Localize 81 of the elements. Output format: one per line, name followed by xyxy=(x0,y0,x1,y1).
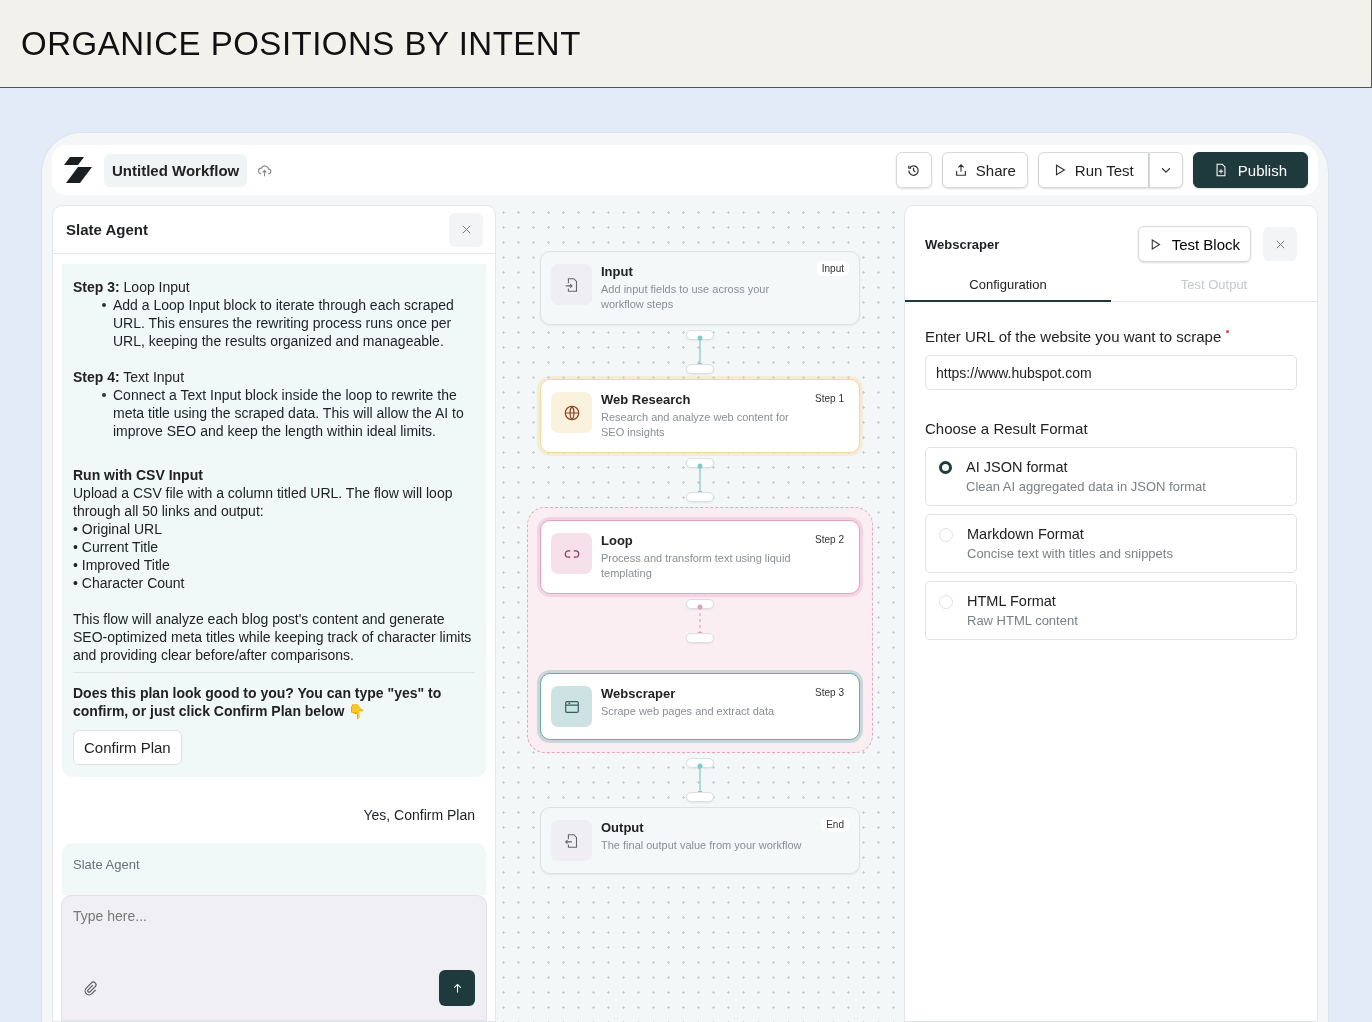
list-item: • Improved Title xyxy=(73,556,171,574)
workflow-node[interactable]: Output The final output value from your workflow End xyxy=(540,807,860,874)
logo-icon xyxy=(62,154,94,186)
node-handle[interactable] xyxy=(686,364,714,374)
format-option[interactable]: HTML Format Raw HTML content xyxy=(925,581,1297,640)
node-tag: Step 1 xyxy=(810,391,849,406)
question-text: Does this plan look good to you? You can type "yes" to confirm, or just click Confirm Plan below 👇 xyxy=(73,684,443,720)
node-handle[interactable] xyxy=(686,458,714,468)
section-label: Choose a Result Format xyxy=(925,420,1089,437)
option-title: HTML Format xyxy=(967,593,1057,609)
node-description: Scrape web pages and extract data xyxy=(601,704,775,719)
node-handle[interactable] xyxy=(686,492,714,502)
publish-button[interactable]: Publish xyxy=(1192,152,1308,188)
node-tag: Step 3 xyxy=(810,685,849,700)
history-icon xyxy=(906,162,922,178)
share-button[interactable]: Share xyxy=(941,152,1028,188)
page-title: ORGANICE POSITIONS BY INTENT xyxy=(21,24,581,63)
node-tag: Input xyxy=(816,261,849,276)
message-paragraph: This flow will analyze each blog post's content and generate SEO-optimized meta titles while keeping track of character limits and providing clear before/after comparisons. xyxy=(73,610,473,664)
workflow-node[interactable]: Input Add input fields to use across your workflow steps Input xyxy=(540,251,860,325)
node-description: Process and transform text using liquid templating xyxy=(601,551,792,581)
close-button[interactable] xyxy=(1263,227,1297,261)
bullet-icon xyxy=(102,393,106,397)
panel-title: Webscraper xyxy=(925,236,1001,252)
node-title: Output xyxy=(601,820,645,835)
format-option[interactable]: AI JSON format Clean AI aggregated data in JSON format xyxy=(925,447,1297,506)
node-description: The final output value from your workflow xyxy=(601,838,802,853)
node-handle[interactable] xyxy=(686,599,714,609)
section-heading: Run with CSV Input xyxy=(73,466,204,484)
option-title: Markdown Format xyxy=(967,526,1085,542)
node-title: Webscraper xyxy=(601,686,677,701)
share-icon xyxy=(953,163,968,177)
paperclip-icon[interactable] xyxy=(83,980,98,996)
step-description: Add a Loop Input block to iterate through each scraped URL. This ensures the rewriting process runs once per URL, keeping the results organized and manageable. xyxy=(113,296,455,350)
node-description: Research and analyze web content for SEO insights xyxy=(601,410,790,440)
sender-name: Slate Agent xyxy=(73,857,140,872)
bullet-icon xyxy=(102,303,106,307)
node-description: Add input fields to use across your workflow steps xyxy=(601,282,771,312)
node-handle[interactable] xyxy=(686,758,714,768)
list-item: • Current Title xyxy=(73,538,160,556)
node-handle[interactable] xyxy=(686,792,714,802)
node-tag: Step 2 xyxy=(810,532,849,547)
run-test-button[interactable]: Run Test xyxy=(1037,152,1149,188)
message-paragraph: Upload a CSV file with a column titled URL. The flow will loop through all 50 links and output: xyxy=(73,484,454,520)
confirm-plan-button[interactable]: Confirm Plan xyxy=(73,730,182,765)
history-button[interactable] xyxy=(895,152,932,188)
step-heading: Step 4: Text Input xyxy=(73,368,186,386)
close-button[interactable] xyxy=(449,212,483,247)
user-message: Yes, Confirm Plan xyxy=(362,807,475,823)
node-handle[interactable] xyxy=(686,633,714,643)
test-block-button[interactable]: Test Block xyxy=(1137,226,1251,262)
message-input[interactable]: Type here... xyxy=(61,895,487,1021)
cloud-upload-icon[interactable] xyxy=(257,162,273,178)
option-description: Raw HTML content xyxy=(967,613,1078,628)
node-handle[interactable] xyxy=(686,330,714,340)
node-tag: End xyxy=(821,817,849,832)
panel-title: Slate Agent xyxy=(66,221,148,238)
option-description: Concise text with titles and snippets xyxy=(967,546,1173,561)
node-title: Loop xyxy=(601,533,634,548)
tab[interactable]: Configuration xyxy=(905,270,1111,302)
message-field[interactable]: Type here... xyxy=(73,908,475,970)
node-title: Web Research xyxy=(601,392,692,407)
option-title: AI JSON format xyxy=(966,459,1069,475)
send-button[interactable] xyxy=(439,970,475,1006)
radio-button[interactable] xyxy=(939,461,952,474)
dropdown-button[interactable] xyxy=(1148,152,1183,188)
option-description: Clean AI aggregated data in JSON format xyxy=(966,479,1206,494)
url-field[interactable]: https://www.hubspot.com xyxy=(925,355,1297,390)
workflow-node[interactable]: Loop Process and transform text using liquid templating Step 2 xyxy=(540,520,860,594)
globe-icon xyxy=(562,403,581,422)
step-description: Connect a Text Input block inside the loop to rewrite the meta title using the scraped data. This will allow the AI to improve SEO and keep the length within ideal limits. xyxy=(113,386,465,440)
list-item: • Original URL xyxy=(73,520,163,538)
node-title: Input xyxy=(601,264,634,279)
workflow-node[interactable]: Web Research Research and analyze web content for SEO insights Step 1 xyxy=(540,379,860,453)
format-option[interactable]: Markdown Format Concise text with titles and snippets xyxy=(925,514,1297,573)
workflow-node[interactable]: Webscraper Scrape web pages and extract data Step 3 xyxy=(540,673,860,740)
step-heading: Step 3: Loop Input xyxy=(73,278,191,296)
list-item: • Character Count xyxy=(73,574,186,592)
field-label: Enter URL of the website you want to scrape xyxy=(925,328,1297,345)
workflow-name[interactable]: Untitled Workflow xyxy=(104,153,248,187)
document-icon xyxy=(1213,163,1228,177)
